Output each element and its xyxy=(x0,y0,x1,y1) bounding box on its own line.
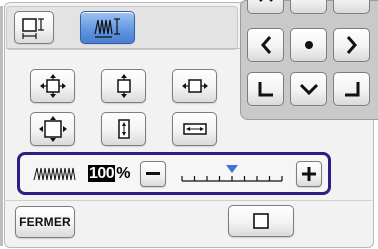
tab-fill-density[interactable] xyxy=(80,11,135,44)
footer-divider xyxy=(4,200,372,201)
nav-right-button[interactable] xyxy=(333,28,370,62)
preview-button[interactable] xyxy=(228,205,294,237)
density-slider-track[interactable] xyxy=(180,163,284,185)
minus-icon xyxy=(146,172,160,176)
tab-frame-size[interactable] xyxy=(14,11,54,44)
arrow-left-icon xyxy=(260,35,272,55)
expand-all-sides-icon xyxy=(38,116,68,142)
resize-horizontal-button[interactable] xyxy=(172,69,217,103)
expand-all-sides-button[interactable] xyxy=(30,112,75,146)
close-button[interactable]: FERMER xyxy=(15,206,75,238)
center-dot-icon xyxy=(304,40,314,50)
expand-horizontal-button[interactable] xyxy=(172,112,217,146)
density-percent: 100% xyxy=(88,165,130,183)
stitch-density-icon xyxy=(32,165,78,188)
expand-vertical-button[interactable] xyxy=(101,112,146,146)
close-button-label: FERMER xyxy=(19,215,71,229)
resize-horizontal-icon xyxy=(180,74,210,98)
corner-bottom-right-icon xyxy=(343,80,361,98)
density-increase-button[interactable] xyxy=(296,161,322,187)
resize-all-sides-button[interactable] xyxy=(30,69,75,103)
tab-strip-divider xyxy=(6,48,240,49)
nav-up-button[interactable] xyxy=(247,0,284,14)
nav-bottom-left-button[interactable] xyxy=(247,72,284,106)
frame-size-icon xyxy=(20,16,48,40)
resize-all-sides-icon xyxy=(38,74,68,98)
nav-up-right-button[interactable] xyxy=(333,0,370,14)
fill-density-icon xyxy=(89,16,127,40)
nav-up-center-button[interactable] xyxy=(290,0,327,14)
arrow-up-icon xyxy=(258,0,274,3)
resize-vertical-icon xyxy=(109,74,139,98)
plus-icon xyxy=(302,167,316,181)
resize-vertical-button[interactable] xyxy=(101,69,146,103)
arrow-down-icon xyxy=(299,83,319,95)
slider-scale xyxy=(181,165,283,182)
corner-bottom-left-icon xyxy=(257,80,275,98)
expand-horizontal-icon xyxy=(180,116,210,142)
nav-left-button[interactable] xyxy=(247,28,284,62)
density-unit: % xyxy=(116,165,130,182)
panel-left-edge xyxy=(0,6,3,246)
expand-vertical-icon xyxy=(109,116,139,142)
nav-bottom-right-button[interactable] xyxy=(333,72,370,106)
square-icon xyxy=(253,213,269,229)
slider-marker[interactable] xyxy=(226,165,238,173)
density-value: 100 xyxy=(88,165,116,182)
nav-center-button[interactable] xyxy=(290,28,327,62)
arrow-right-icon xyxy=(346,35,358,55)
nav-down-button[interactable] xyxy=(290,72,327,106)
density-slider-panel: 100% xyxy=(17,152,331,195)
density-decrease-button[interactable] xyxy=(140,161,166,187)
